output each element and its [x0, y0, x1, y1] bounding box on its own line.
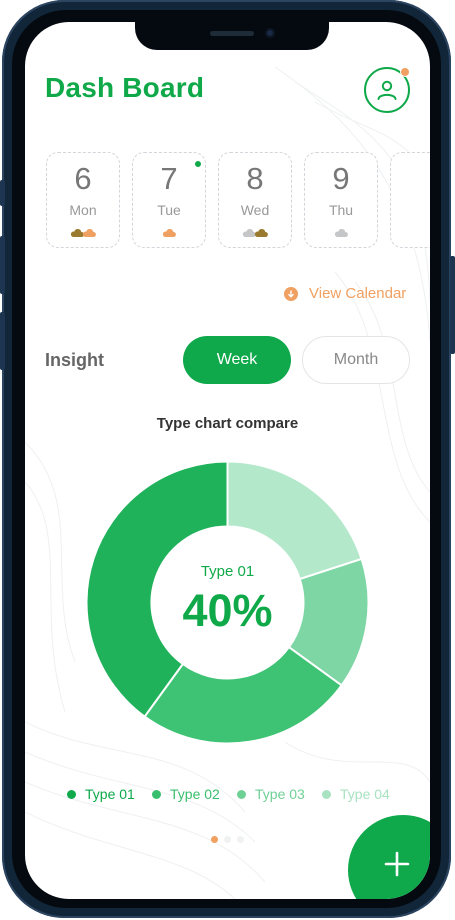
legend-marker [237, 790, 246, 799]
day-name: Mon [69, 202, 97, 218]
donut-slice-type-04[interactable] [226, 460, 363, 581]
legend-label: Type 03 [255, 786, 305, 802]
weather-icons [133, 225, 205, 237]
phone-notch [135, 22, 329, 50]
page-dot-3[interactable] [237, 836, 244, 843]
weather-icons [305, 225, 377, 237]
mute-switch [0, 180, 5, 206]
day-card-thu[interactable]: 9 Thu [304, 152, 378, 248]
day-card-next[interactable] [390, 152, 430, 248]
chart-title: Type chart compare [156, 415, 299, 432]
speaker-grille [210, 31, 254, 36]
day-name: Wed [240, 202, 270, 218]
day-name: Tue [157, 202, 181, 218]
page-dot-1[interactable] [211, 836, 218, 843]
weather-icons [47, 225, 119, 237]
page-dot-2[interactable] [224, 836, 231, 843]
chart-center-value: 40% [182, 585, 273, 636]
gray-cloud-icon [334, 229, 348, 237]
chart-center-label: Type 01 [200, 563, 255, 580]
legend-marker [152, 790, 161, 799]
legend-label: Type 02 [170, 786, 220, 802]
legend-label: Type 01 [85, 786, 135, 802]
volume-up-button [0, 236, 5, 294]
orange-cloud-icon [82, 229, 96, 237]
insight-heading: Insight [45, 350, 104, 370]
day-card-mon[interactable]: 6 Mon [46, 152, 120, 248]
tab-week[interactable]: Week [183, 336, 291, 384]
notification-dot [400, 67, 410, 77]
day-number: 8 [246, 161, 264, 196]
plus-icon [384, 851, 410, 877]
orange-cloud-icon [162, 229, 176, 237]
page-title: Dash Board [45, 72, 205, 103]
legend-marker [67, 790, 76, 799]
day-card-wed[interactable]: 8 Wed [218, 152, 292, 248]
day-number: 9 [332, 161, 350, 196]
day-card-tue[interactable]: 7 Tue [132, 152, 206, 248]
front-camera [265, 28, 275, 38]
today-indicator [195, 161, 201, 167]
legend-marker [322, 790, 331, 799]
arrow-down-circle-icon [284, 287, 298, 301]
user-icon [377, 80, 397, 100]
weather-icons [219, 225, 291, 237]
tab-month[interactable]: Month [302, 336, 410, 384]
volume-down-button [0, 312, 5, 370]
day-name: Thu [328, 202, 354, 218]
view-calendar-label: View Calendar [309, 285, 407, 302]
add-button[interactable] [348, 815, 430, 899]
power-button [450, 256, 455, 354]
app-screen: Dash Board 6 Mon 7 Tue 8 Wed 9 Thu View Calenda… [25, 22, 430, 899]
day-number: 7 [160, 161, 178, 196]
brown-cloud-icon [254, 229, 268, 237]
day-number: 6 [74, 161, 92, 196]
legend-label: Type 04 [340, 786, 390, 802]
